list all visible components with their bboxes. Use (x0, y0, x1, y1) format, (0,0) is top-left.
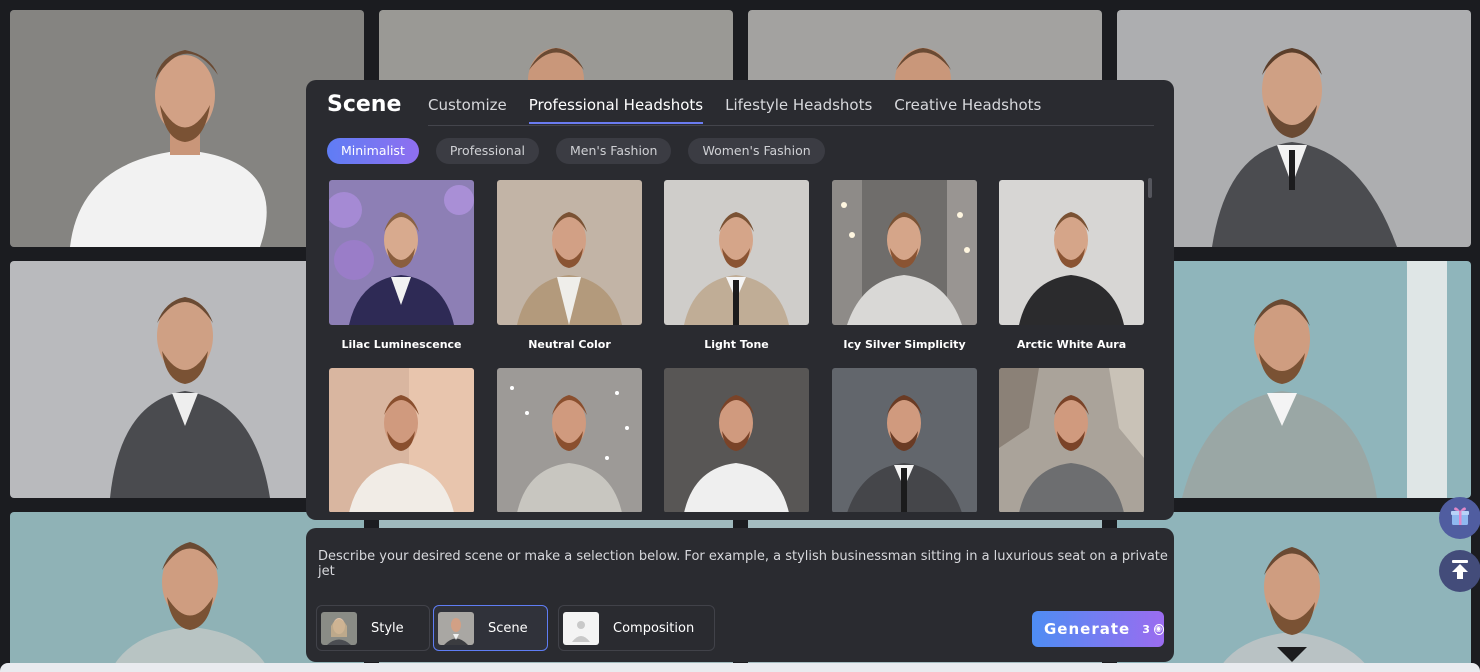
scene-thumbnail (832, 368, 977, 512)
panel-title: Scene (327, 92, 402, 117)
scene-card[interactable]: Light Tone (664, 180, 809, 351)
composition-label: Composition (613, 620, 695, 636)
generate-button[interactable]: Generate 3 ◉ (1032, 611, 1164, 647)
scene-thumbnail-small (438, 611, 474, 645)
scene-thumbnail (832, 180, 977, 325)
scene-thumbnail (664, 180, 809, 325)
scene-card[interactable]: Icy Silver Simplicity (832, 180, 977, 351)
chip-minimalist[interactable]: Minimalist (327, 138, 419, 164)
scene-thumbnail (497, 180, 642, 325)
scene-thumbnail (999, 368, 1144, 512)
scene-label: Lilac Luminescence (341, 338, 462, 351)
scene-card[interactable] (329, 368, 474, 512)
chip-mens-fashion[interactable]: Men's Fashion (555, 138, 672, 164)
style-label: Style (371, 620, 404, 636)
back-to-top-button[interactable] (1439, 550, 1480, 592)
scene-grid-scrollbar[interactable] (1148, 178, 1152, 198)
generate-cost: 3 (1142, 622, 1150, 636)
chip-professional[interactable]: Professional (435, 138, 539, 164)
scene-grid: Lilac Luminescence Neutral Color Light T… (329, 180, 1151, 512)
chip-womens-fashion[interactable]: Women's Fashion (688, 138, 825, 164)
scene-tabs: Customize Professional Headshots Lifesty… (428, 96, 1063, 124)
generate-label: Generate (1044, 620, 1131, 638)
scene-card[interactable] (999, 368, 1144, 512)
arrow-up-to-line-icon (1449, 558, 1471, 584)
scene-label: Arctic White Aura (1016, 338, 1127, 351)
scene-card[interactable] (832, 368, 977, 512)
scene-label: Icy Silver Simplicity (843, 338, 966, 351)
scene-label-button: Scene (488, 620, 528, 636)
tab-customize[interactable]: Customize (428, 96, 507, 124)
scene-description-input[interactable]: Describe your desired scene or make a se… (318, 549, 1174, 579)
scene-thumbnail (329, 180, 474, 325)
tab-professional-headshots[interactable]: Professional Headshots (528, 96, 704, 124)
scene-thumbnail (664, 368, 809, 512)
scene-thumbnail (497, 368, 642, 512)
tabs-divider (428, 125, 1154, 126)
category-chips: Minimalist Professional Men's Fashion Wo… (327, 138, 842, 164)
scene-thumbnail (329, 368, 474, 512)
tab-creative-headshots[interactable]: Creative Headshots (894, 96, 1041, 124)
scene-thumbnail (999, 180, 1144, 325)
tab-lifestyle-headshots[interactable]: Lifestyle Headshots (725, 96, 872, 124)
scene-card[interactable]: Neutral Color (497, 180, 642, 351)
composition-thumbnail (563, 611, 599, 645)
scene-option-button[interactable]: Scene (433, 605, 548, 651)
scene-panel: Scene Customize Professional Headshots L… (306, 80, 1174, 520)
scene-card[interactable] (497, 368, 642, 512)
scene-label: Light Tone (704, 338, 769, 351)
composition-option-button[interactable]: Composition (558, 605, 715, 651)
bottom-toolbar-edge (0, 663, 1480, 672)
gift-icon (1449, 505, 1471, 531)
style-option-button[interactable]: Style (316, 605, 430, 651)
gift-button[interactable] (1439, 497, 1480, 539)
prompt-panel: Describe your desired scene or make a se… (306, 528, 1174, 662)
coin-icon: ◉ (1153, 623, 1164, 635)
style-thumbnail (321, 611, 357, 645)
scene-label: Neutral Color (528, 338, 611, 351)
scene-card[interactable]: Lilac Luminescence (329, 180, 474, 351)
scene-card[interactable]: Arctic White Aura (999, 180, 1144, 351)
scene-card[interactable] (664, 368, 809, 512)
